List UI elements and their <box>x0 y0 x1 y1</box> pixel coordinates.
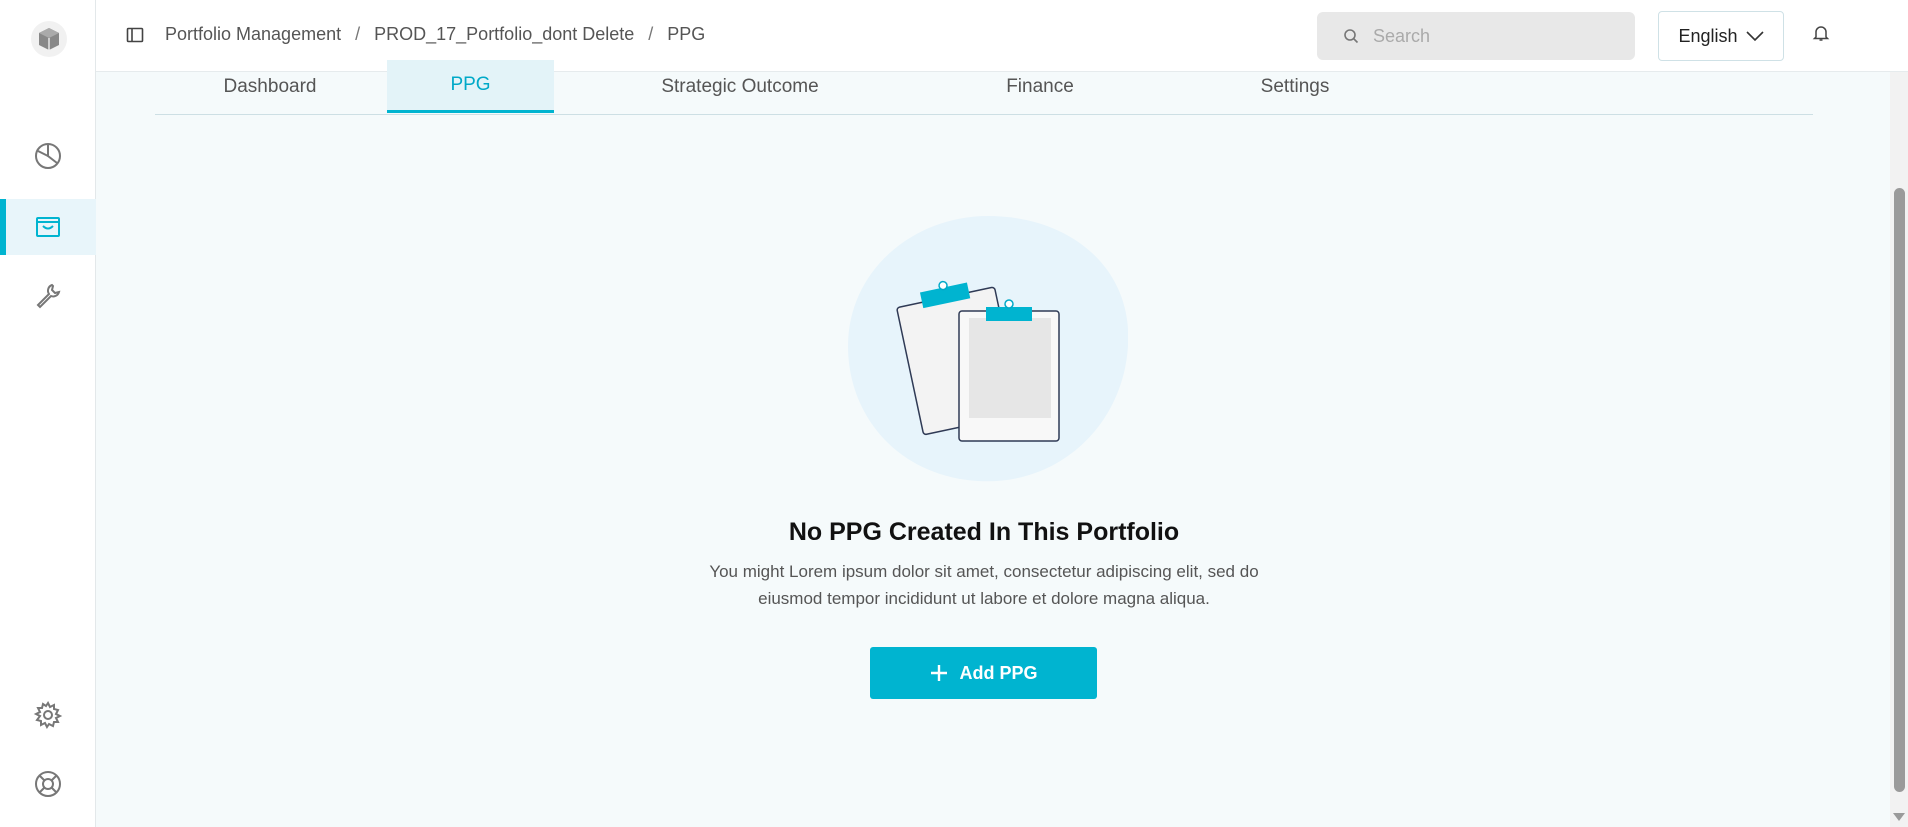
tab-strategic-outcome[interactable]: Strategic Outcome <box>595 60 885 113</box>
lifebuoy-icon <box>35 771 61 797</box>
wrench-icon <box>36 283 61 309</box>
bell-icon[interactable] <box>1812 24 1832 44</box>
sidebar-item-dashboard[interactable] <box>0 128 96 184</box>
cube-logo-icon[interactable] <box>30 20 68 58</box>
empty-state-illustration <box>848 216 1129 486</box>
empty-state-title: No PPG Created In This Portfolio <box>788 518 1180 546</box>
sidebar-item-settings[interactable] <box>0 687 96 743</box>
breadcrumb-separator: / <box>648 24 654 44</box>
empty-state-description: You might Lorem ipsum dolor sit amet, co… <box>709 562 1259 608</box>
scrollbar-thumb[interactable] <box>1894 188 1905 792</box>
add-ppg-button[interactable]: Add PPG <box>870 647 1097 699</box>
breadcrumb: Portfolio Management / PROD_17_Portfolio… <box>165 24 705 45</box>
tab-settings[interactable]: Settings <box>1185 60 1405 113</box>
search-icon <box>1344 29 1359 44</box>
language-select[interactable]: English <box>1658 11 1784 61</box>
pie-chart-icon <box>35 143 61 169</box>
breadcrumb-item-portfolio-management[interactable]: Portfolio Management <box>165 24 341 45</box>
inbox-icon <box>36 217 60 237</box>
sidebar-item-help[interactable] <box>0 756 96 812</box>
language-label: English <box>1678 25 1738 46</box>
tab-bar: Dashboard PPG Strategic Outcome Finance … <box>155 60 1813 115</box>
breadcrumb-separator: / <box>355 24 361 44</box>
sidebar-item-tools[interactable] <box>0 268 96 324</box>
breadcrumb-item-current: PPG <box>667 24 706 44</box>
gear-icon <box>33 701 63 729</box>
plus-icon <box>931 665 948 681</box>
sidebar-toggle-icon[interactable] <box>126 26 146 46</box>
scroll-down-icon[interactable] <box>1893 813 1905 821</box>
tab-dashboard[interactable]: Dashboard <box>155 60 385 113</box>
breadcrumb-item-portfolio[interactable]: PROD_17_Portfolio_dont Delete <box>374 24 634 45</box>
tab-ppg[interactable]: PPG <box>387 60 554 113</box>
search-box[interactable] <box>1317 12 1635 60</box>
scrollbar[interactable] <box>1890 72 1908 827</box>
chevron-down-icon <box>1745 31 1764 42</box>
add-ppg-label: Add PPG <box>959 662 1038 683</box>
search-input[interactable] <box>1371 24 1625 48</box>
sidebar-item-portfolio[interactable] <box>0 199 96 255</box>
tab-finance[interactable]: Finance <box>895 60 1185 113</box>
sidebar <box>0 0 96 827</box>
